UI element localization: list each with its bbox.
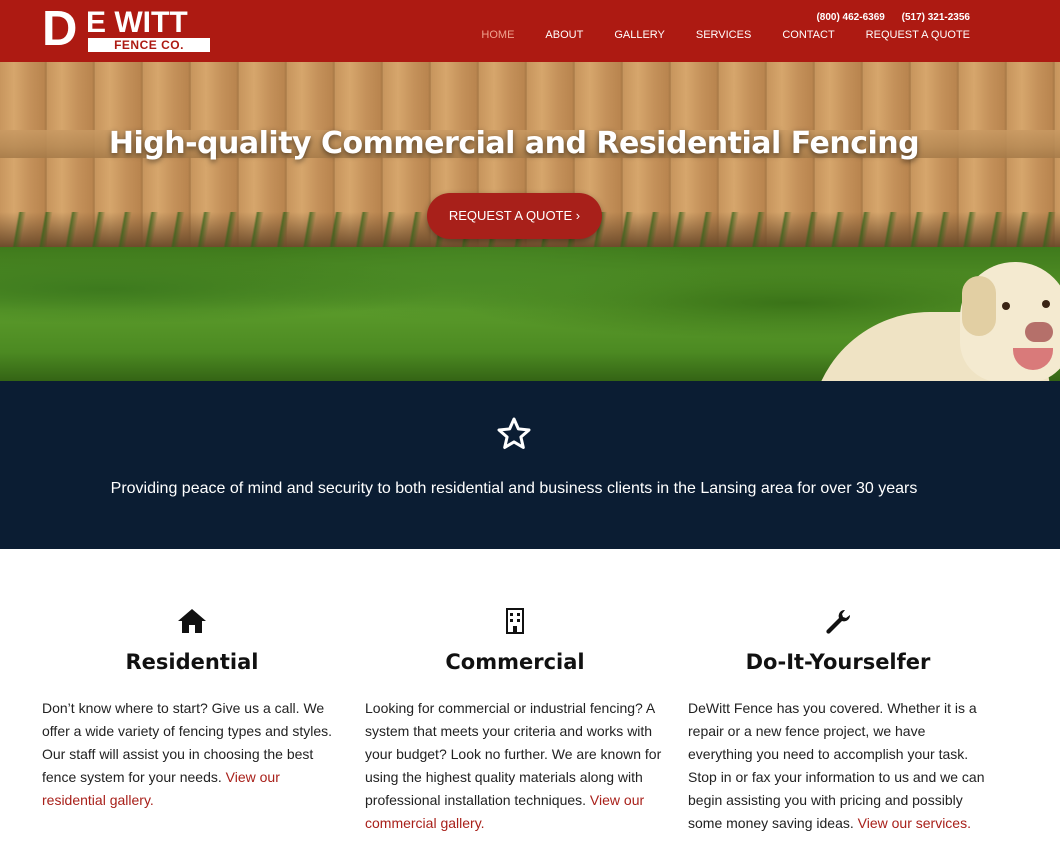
nav-home[interactable]: HOME: [481, 29, 514, 41]
logo-subtitle: FENCE CO.: [88, 38, 210, 52]
nav-contact[interactable]: CONTACT: [782, 29, 834, 41]
feature-title: Do-It-Yourselfer: [745, 650, 931, 674]
logo-letter-d: D: [42, 2, 77, 56]
logo-wordmark: E WITT: [86, 6, 188, 39]
feature-body: DeWitt Fence has you covered. Whether it…: [688, 700, 985, 831]
nav-gallery[interactable]: GALLERY: [614, 29, 665, 41]
site-header: D E WITT FENCE CO. (800) 462-6369 (517) …: [0, 0, 1060, 62]
feature-body: Looking for commercial or industrial fen…: [365, 700, 662, 831]
tagline-banner: Providing peace of mind and security to …: [0, 381, 1060, 549]
dewitt-fence-logo[interactable]: D E WITT FENCE CO.: [42, 2, 212, 56]
hero-banner: High-quality Commercial and Residential …: [0, 62, 1060, 381]
tagline-text: Providing peace of mind and security to …: [110, 480, 918, 497]
building-icon: [506, 608, 524, 634]
request-quote-button[interactable]: REQUEST A QUOTE ›: [427, 193, 602, 239]
phone-local[interactable]: (517) 321-2356: [902, 12, 970, 23]
feature-title: Commercial: [445, 650, 585, 674]
wrench-icon: [826, 609, 851, 634]
services-link[interactable]: View our services.: [858, 815, 971, 831]
phone-numbers: (800) 462-6369 (517) 321-2356: [802, 12, 970, 23]
nav-services[interactable]: SERVICES: [696, 29, 751, 41]
feature-title: Residential: [125, 650, 259, 674]
phone-tollfree[interactable]: (800) 462-6369: [816, 12, 884, 23]
house-icon: [178, 609, 206, 633]
nav-request-quote[interactable]: REQUEST A QUOTE: [866, 29, 970, 41]
hero-title: High-quality Commercial and Residential …: [108, 126, 920, 161]
feature-body: Don’t know where to start? Give us a cal…: [42, 700, 333, 808]
main-nav: HOME ABOUT GALLERY SERVICES CONTACT REQU…: [450, 29, 970, 41]
star-outline-icon: [497, 417, 531, 449]
nav-about[interactable]: ABOUT: [545, 29, 583, 41]
dog-image: [810, 252, 1060, 381]
